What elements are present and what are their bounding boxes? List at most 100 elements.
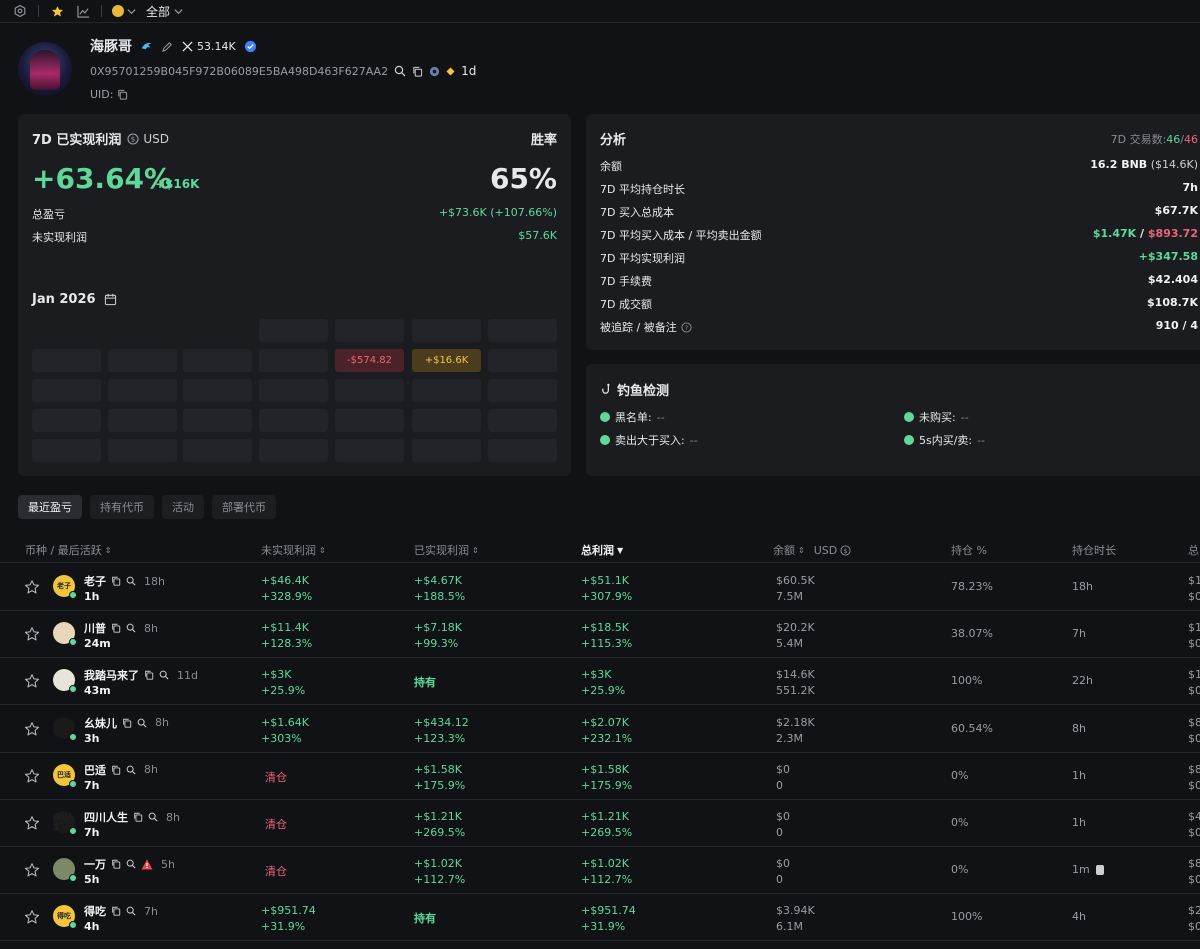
token-name[interactable]: 川普 bbox=[84, 620, 106, 636]
search-icon[interactable] bbox=[126, 859, 136, 869]
search-icon[interactable] bbox=[126, 576, 136, 586]
calendar-day[interactable] bbox=[412, 439, 481, 462]
realized-status: 持有 bbox=[414, 912, 436, 926]
calendar-day[interactable] bbox=[108, 409, 177, 432]
tab-recent-pnl[interactable]: 最近盈亏 bbox=[18, 495, 82, 519]
table-row[interactable]: 得吃 得吃 7h 4h +$951.74 +31.9% 持有 +$951.74 +31.9% $3… bbox=[0, 894, 1200, 942]
column-header-total[interactable]: 总利润 ▼ bbox=[581, 542, 623, 558]
calendar-day[interactable] bbox=[108, 349, 177, 372]
calendar-day[interactable] bbox=[335, 319, 404, 342]
search-icon[interactable] bbox=[126, 623, 136, 633]
copy-icon[interactable] bbox=[412, 66, 423, 77]
calendar-day[interactable] bbox=[183, 379, 252, 402]
token-name[interactable]: 巴适 bbox=[84, 762, 106, 778]
calendar-day[interactable] bbox=[183, 409, 252, 432]
chain-selector[interactable] bbox=[112, 5, 136, 17]
calendar-day[interactable] bbox=[488, 409, 557, 432]
table-row[interactable]: 幺妹儿 8h 3h +$1.64K +303% +$434.12 +123.3% +$2.07… bbox=[0, 706, 1200, 753]
column-header-balance[interactable]: 余额 ⇕ USD $ bbox=[773, 542, 851, 558]
calendar-day[interactable] bbox=[108, 379, 177, 402]
search-icon[interactable] bbox=[148, 812, 158, 822]
token-name[interactable]: 得吃 bbox=[84, 903, 106, 919]
table-row[interactable]: 四川人生 四川人生 8h 7h 清仓 +$1.21K +269.5% +$1.21K +269.… bbox=[0, 800, 1200, 847]
calendar-day[interactable] bbox=[108, 439, 177, 462]
token-name[interactable]: 四川人生 bbox=[84, 809, 128, 825]
calendar-day[interactable] bbox=[335, 439, 404, 462]
table-row[interactable]: 巴适 巴适 8h 7h 清仓 +$1.58K +175.9% +$1.58K +175.9% $0… bbox=[0, 753, 1200, 800]
calendar-day[interactable] bbox=[259, 439, 328, 462]
search-icon[interactable] bbox=[394, 65, 406, 77]
calendar-day[interactable] bbox=[335, 409, 404, 432]
calendar-day[interactable] bbox=[32, 439, 101, 462]
tab-holdings[interactable]: 持有代币 bbox=[90, 495, 154, 519]
filter-dropdown[interactable]: 全部 bbox=[146, 3, 183, 20]
favorite-star-icon[interactable] bbox=[24, 909, 40, 925]
token-name[interactable]: 老子 bbox=[84, 573, 106, 589]
calendar-day[interactable] bbox=[183, 439, 252, 462]
calendar-day[interactable] bbox=[259, 409, 328, 432]
search-icon[interactable] bbox=[126, 906, 136, 916]
token-name[interactable]: 我踏马来了 bbox=[84, 667, 139, 683]
copy-icon[interactable] bbox=[144, 670, 154, 681]
explorer-icon[interactable] bbox=[429, 66, 440, 77]
search-icon[interactable] bbox=[126, 765, 136, 775]
copy-icon[interactable] bbox=[111, 859, 121, 869]
table-row[interactable]: 川普 8h 24m +$11.4K +128.3% +$7.18K +99.3% +$18.5… bbox=[0, 611, 1200, 659]
chart-icon[interactable] bbox=[75, 3, 91, 19]
calendar-day[interactable] bbox=[335, 379, 404, 402]
unrealized-usd: +$11.4K bbox=[261, 621, 309, 635]
calendar-day[interactable] bbox=[259, 349, 328, 372]
win-rate-value: 65% bbox=[489, 162, 557, 195]
copy-icon[interactable] bbox=[133, 812, 143, 822]
edit-icon[interactable] bbox=[161, 40, 174, 53]
tab-deployed-tokens[interactable]: 部署代币 bbox=[212, 495, 276, 519]
copy-icon[interactable] bbox=[111, 906, 121, 917]
calendar-day[interactable] bbox=[488, 379, 557, 402]
favorite-star-icon[interactable] bbox=[24, 579, 40, 595]
favorite-star-icon[interactable] bbox=[24, 721, 40, 737]
tab-activity[interactable]: 活动 bbox=[162, 495, 204, 519]
search-icon[interactable] bbox=[137, 718, 147, 728]
calendar-day[interactable] bbox=[412, 379, 481, 402]
token-name[interactable]: 一万 bbox=[84, 856, 106, 872]
copy-icon[interactable] bbox=[111, 765, 121, 775]
calendar-day[interactable] bbox=[412, 319, 481, 342]
calendar-day[interactable] bbox=[183, 349, 252, 372]
calendar-day-loss[interactable]: -$574.82 bbox=[335, 349, 404, 372]
extra-value-2: $0 bbox=[1188, 684, 1200, 698]
token-name[interactable]: 幺妹儿 bbox=[84, 715, 117, 731]
help-icon[interactable]: ? bbox=[681, 321, 692, 333]
copy-icon[interactable] bbox=[122, 718, 132, 728]
calendar-day[interactable] bbox=[32, 349, 101, 372]
favorite-star-icon[interactable] bbox=[24, 815, 40, 831]
calendar-day[interactable] bbox=[488, 319, 557, 342]
calendar-day[interactable] bbox=[488, 349, 557, 372]
favorite-star-icon[interactable] bbox=[24, 626, 40, 642]
favorite-star-icon[interactable] bbox=[24, 768, 40, 784]
table-row[interactable]: 老子 老子 18h 1h +$46.4K +328.9% +$4.67K +188.5% +$5… bbox=[0, 564, 1200, 611]
column-header-unrealized[interactable]: 未实现利润 ⇕ bbox=[261, 542, 326, 558]
calendar-day[interactable] bbox=[259, 319, 328, 342]
table-row[interactable]: 一万 5h 5h 清仓 +$1.02K +112.7% +$1.02K +112.7% $0 0 0… bbox=[0, 847, 1200, 895]
copy-icon[interactable] bbox=[111, 576, 121, 586]
calendar-icon[interactable] bbox=[104, 293, 117, 306]
search-icon[interactable] bbox=[159, 670, 169, 680]
star-icon[interactable] bbox=[49, 3, 65, 19]
favorite-star-icon[interactable] bbox=[24, 673, 40, 689]
calendar-day-gain[interactable]: +$16.6K bbox=[412, 349, 481, 372]
copy-icon[interactable] bbox=[117, 89, 128, 100]
column-header-realized[interactable]: 已实现利润 ⇕ bbox=[414, 542, 479, 558]
calendar-day[interactable] bbox=[259, 379, 328, 402]
copy-icon[interactable] bbox=[111, 623, 121, 633]
table-row[interactable]: 我踏马来了 11d 43m +$3K +25.9% 持有 +$3K +25.9% $14.6K 5… bbox=[0, 658, 1200, 706]
settings-icon[interactable] bbox=[12, 3, 28, 19]
calendar-day[interactable] bbox=[32, 409, 101, 432]
x-followers[interactable]: 53.14K bbox=[182, 40, 236, 53]
calendar-day[interactable] bbox=[412, 409, 481, 432]
calendar-day[interactable] bbox=[488, 439, 557, 462]
currency-icon[interactable]: $ bbox=[840, 544, 851, 556]
calendar-day[interactable] bbox=[32, 379, 101, 402]
column-header-token[interactable]: 币种 / 最后活跃 ⇕ bbox=[25, 542, 111, 558]
favorite-star-icon[interactable] bbox=[24, 862, 40, 878]
currency-toggle[interactable]: $ USD bbox=[127, 132, 169, 146]
